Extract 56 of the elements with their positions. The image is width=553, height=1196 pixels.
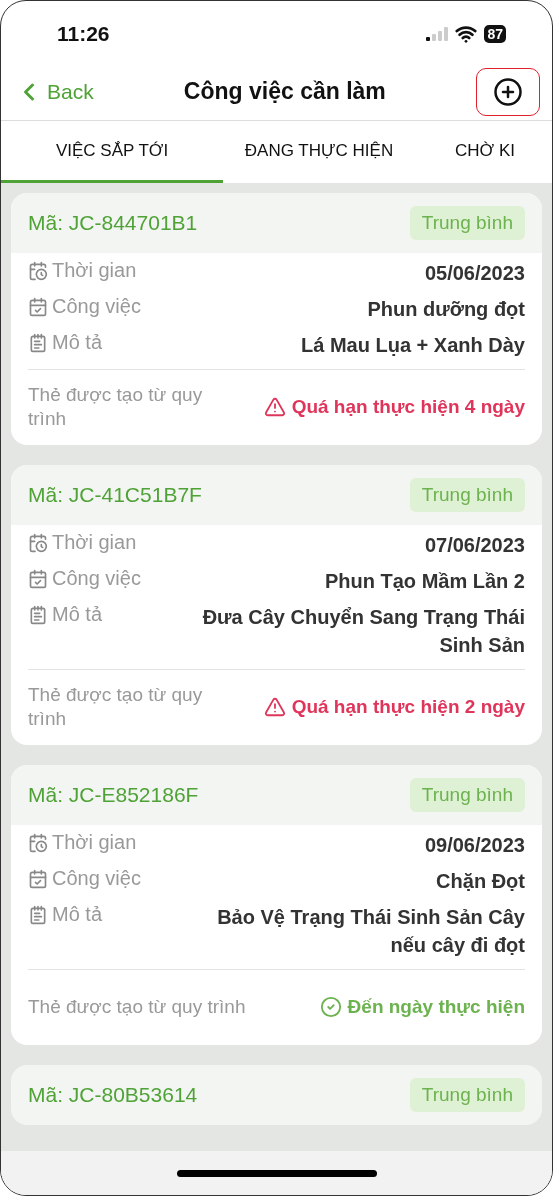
task-code: Mã: JC-80B53614 (28, 1083, 198, 1107)
task-card[interactable]: Mã: JC-41C51B7F Trung bình Thời gian 07/06/2023 Công việc Phun Tạo Mầm Lần 2 Mô tả Đưa Cây Chuyển Sang Trạng Thái Sinh Sản Thẻ được tạo từ quy trình Quá hạn thực hiện 2 ngày (11, 465, 542, 745)
wifi-icon (455, 23, 478, 45)
battery-level: 87 (484, 25, 506, 43)
status-text: Đến ngày thực hiện (347, 995, 525, 1018)
page-title: Công việc cần làm (183, 78, 386, 105)
task-card[interactable]: Mã: JC-844701B1 Trung bình Thời gian 05/06/2023 Công việc Phun dưỡng đọt Mô tả Lá Mau Lụa + Xanh Dày Thẻ được tạo từ quy trình Quá hạn thực hiện 4 ngày (11, 193, 542, 445)
calendar-clock-icon (28, 832, 48, 853)
field-value: Lá Mau Lụa + Xanh Dày (301, 333, 525, 358)
task-card[interactable]: Mã: JC-E852186F Trung bình Thời gian 09/06/2023 Công việc Chặn Đọt Mô tả Bảo Vệ Trạng Thái Sinh Sản Cây nếu cây đi đọt Thẻ được tạo từ quy trình Đến ngày thực hiện (11, 765, 542, 1045)
status-text: Quá hạn thực hiện 2 ngày (291, 695, 525, 718)
warning-icon (263, 695, 286, 718)
priority-badge: Trung bình (409, 778, 525, 812)
field-label: Thời gian (52, 259, 137, 282)
card-note: Thẻ được tạo từ quy trình (28, 994, 247, 1019)
field-label: Thời gian (52, 531, 137, 554)
task-code: Mã: JC-844701B1 (28, 211, 198, 235)
field-label: Mô tả (52, 603, 103, 626)
tab[interactable]: ĐANG THỰC HIỆN (223, 121, 415, 183)
field-label: Công việc (52, 867, 141, 890)
calendar-check-icon (28, 568, 48, 589)
notepad-icon (28, 332, 48, 353)
notepad-icon (28, 604, 48, 625)
task-code: Mã: JC-41C51B7F (28, 483, 202, 507)
status-text: Quá hạn thực hiện 4 ngày (291, 395, 525, 418)
priority-badge: Trung bình (409, 206, 525, 240)
field-value: 07/06/2023 (424, 533, 525, 558)
field-value: Phun Tạo Mầm Lần 2 (324, 569, 525, 594)
priority-badge: Trung bình (409, 478, 525, 512)
card-note: Thẻ được tạo từ quy trình (28, 682, 204, 731)
status-time: 11:26 (57, 22, 110, 46)
warning-icon (263, 395, 286, 418)
field-label: Thời gian (52, 831, 137, 854)
plus-circle-icon (493, 76, 523, 107)
calendar-clock-icon (28, 532, 48, 553)
task-code: Mã: JC-E852186F (28, 783, 199, 807)
field-value: Phun dưỡng đọt (367, 297, 525, 322)
calendar-check-icon (28, 296, 48, 317)
field-label: Mô tả (52, 903, 103, 926)
add-button[interactable] (476, 67, 540, 116)
field-label: Công việc (52, 295, 141, 318)
priority-badge: Trung bình (409, 1078, 525, 1112)
signal-icon (426, 27, 449, 41)
field-value: Đưa Cây Chuyển Sang Trạng Thái Sinh Sản (201, 605, 525, 658)
field-value: 09/06/2023 (424, 833, 525, 858)
tab[interactable]: CHỜ KI (415, 121, 552, 183)
check-circle-icon (319, 995, 342, 1018)
notepad-icon (28, 904, 48, 925)
calendar-check-icon (28, 868, 48, 889)
field-label: Mô tả (52, 331, 103, 354)
field-value: Bảo Vệ Trạng Thái Sinh Sản Cây nếu cây đi đọt (216, 905, 525, 958)
field-value: 05/06/2023 (424, 261, 525, 286)
calendar-clock-icon (28, 260, 48, 281)
field-value: Chặn Đọt (436, 869, 525, 894)
card-note: Thẻ được tạo từ quy trình (28, 382, 204, 431)
field-label: Công việc (52, 567, 141, 590)
